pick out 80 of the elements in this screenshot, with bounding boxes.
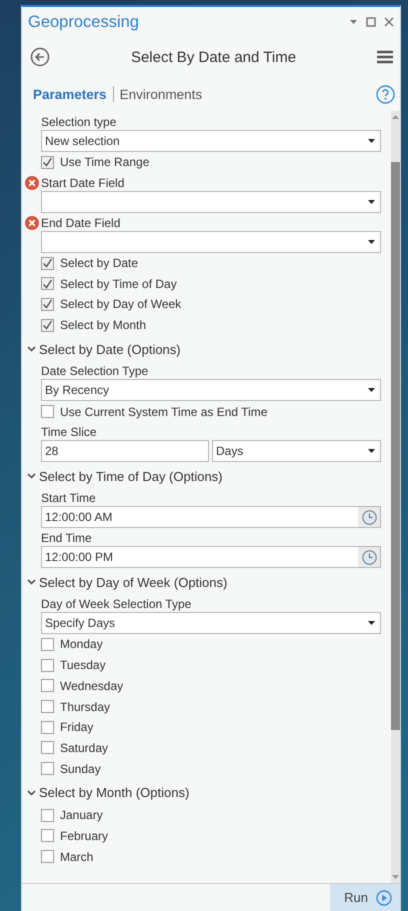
- checkbox-label: March: [60, 850, 94, 864]
- scroll-down-icon[interactable]: [391, 874, 400, 880]
- section-header[interactable]: Select by Date (Options): [39, 342, 181, 357]
- section-header[interactable]: Select by Time of Day (Options): [39, 468, 223, 484]
- dropdown-field[interactable]: New selection: [41, 130, 381, 152]
- checkbox-label: Wednesday: [60, 678, 124, 693]
- tab[interactable]: Environments: [118, 86, 204, 102]
- field-label: Start Time: [41, 491, 96, 506]
- scrollbar[interactable]: [391, 111, 400, 883]
- clock-icon[interactable]: [362, 550, 376, 565]
- caret-icon: [368, 449, 375, 454]
- checkbox[interactable]: [41, 700, 54, 714]
- chevron-icon[interactable]: [27, 473, 36, 480]
- field-label: Time Slice: [41, 425, 97, 440]
- close-icon[interactable]: [384, 17, 394, 27]
- time-field[interactable]: 12:00:00 PM: [41, 546, 381, 568]
- play-icon: [376, 890, 392, 906]
- checkbox-label: Saturday: [60, 740, 108, 755]
- checkbox-label: Thursday: [60, 700, 110, 714]
- dropdown-field[interactable]: [41, 230, 381, 253]
- dropdown-field[interactable]: Specify Days: [41, 612, 381, 634]
- checkbox[interactable]: [41, 808, 54, 822]
- back-icon[interactable]: [30, 47, 50, 67]
- chevron-icon[interactable]: [27, 790, 36, 796]
- checkbox-label: Use Current System Time as End Time: [60, 404, 268, 419]
- tab[interactable]: Parameters: [31, 86, 109, 102]
- checkbox[interactable]: [41, 741, 54, 754]
- scroll-up-icon[interactable]: [391, 114, 400, 120]
- checkbox[interactable]: [41, 156, 54, 169]
- checkbox[interactable]: [41, 720, 54, 734]
- maximize-icon[interactable]: [366, 17, 376, 27]
- checkbox-label: Select by Month: [60, 318, 146, 332]
- checkbox[interactable]: [41, 762, 54, 776]
- checkbox[interactable]: [41, 658, 54, 672]
- checkbox-label: Tuesday: [60, 658, 106, 672]
- field-label: End Time: [41, 531, 92, 546]
- dropdown-field[interactable]: By Recency: [41, 379, 381, 402]
- caret-icon: [368, 200, 375, 204]
- unit-dropdown[interactable]: Days: [212, 440, 381, 462]
- caret-icon: [368, 240, 375, 244]
- caret-icon: [368, 621, 375, 626]
- chevron-icon[interactable]: [27, 579, 36, 586]
- clock-icon[interactable]: [362, 510, 376, 525]
- field-label: Start Date Field: [41, 176, 124, 190]
- menu-icon[interactable]: [377, 50, 393, 64]
- checkbox[interactable]: [41, 638, 54, 651]
- checkbox-label: Select by Time of Day: [60, 276, 177, 291]
- checkbox-label: Monday: [60, 637, 103, 652]
- field-label: Date Selection Type: [41, 364, 148, 378]
- section-header[interactable]: Select by Month (Options): [39, 785, 190, 800]
- chevron-icon[interactable]: [27, 346, 36, 352]
- tool-title: Select By Date and Time: [130, 48, 298, 66]
- field-label: Selection type: [41, 115, 116, 129]
- dropdown-icon[interactable]: [349, 19, 358, 25]
- checkbox-label: Sunday: [60, 762, 101, 776]
- number-field[interactable]: 28: [41, 440, 209, 462]
- caret-icon: [368, 139, 375, 143]
- checkbox-label: February: [60, 828, 108, 843]
- checkbox[interactable]: [41, 256, 54, 270]
- pane-title: Geoprocessing: [28, 12, 139, 32]
- checkbox[interactable]: [41, 298, 54, 311]
- checkbox[interactable]: [41, 318, 54, 332]
- caret-icon: [368, 388, 375, 392]
- checkbox[interactable]: [41, 850, 54, 864]
- field-label: End Date Field: [41, 216, 120, 230]
- checkbox-label: Select by Day of Week: [60, 297, 182, 312]
- checkbox[interactable]: [41, 405, 54, 418]
- checkbox[interactable]: [41, 829, 54, 842]
- section-header[interactable]: Select by Day of Week (Options): [39, 574, 228, 590]
- checkbox-label: Use Time Range: [60, 155, 150, 170]
- checkbox-label: January: [60, 808, 103, 822]
- time-field[interactable]: 12:00:00 AM: [41, 506, 381, 528]
- checkbox[interactable]: [41, 277, 54, 290]
- help-icon[interactable]: [376, 84, 395, 104]
- field-label: Day of Week Selection Type: [41, 597, 192, 612]
- checkbox-label: Friday: [60, 720, 94, 734]
- checkbox[interactable]: [41, 679, 54, 692]
- dropdown-field[interactable]: [41, 190, 381, 213]
- run-button[interactable]: Run: [330, 884, 400, 911]
- checkbox-label: Select by Date: [60, 256, 138, 270]
